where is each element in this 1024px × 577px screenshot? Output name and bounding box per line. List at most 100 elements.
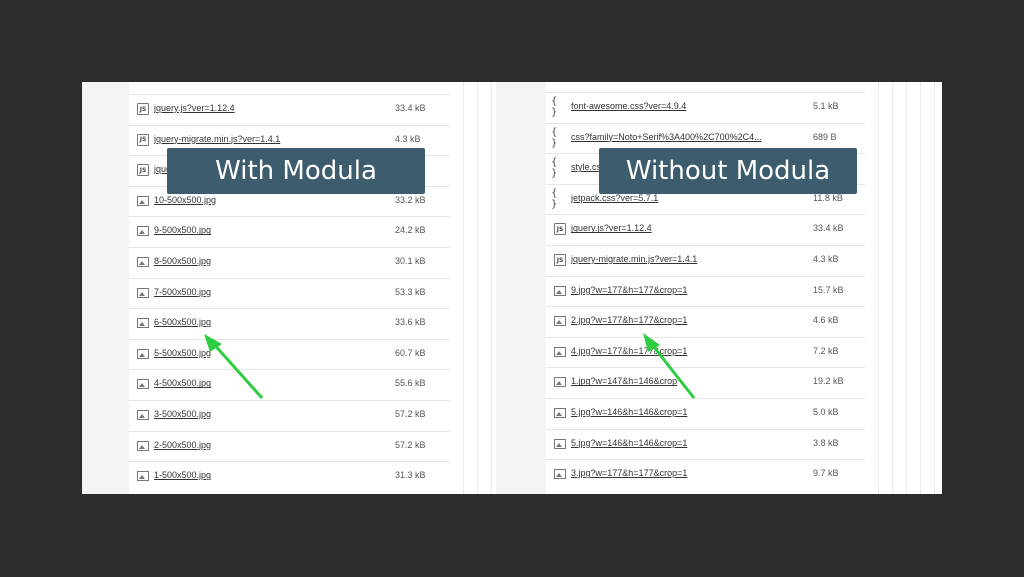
request-row[interactable]: 5-500x500.jpg 60.7 kB bbox=[129, 338, 450, 369]
request-size: 4.3 kB bbox=[813, 254, 839, 264]
request-row[interactable]: 9-500x500.jpg 24.2 kB bbox=[129, 216, 450, 246]
image-file-icon bbox=[554, 408, 566, 418]
request-size: 33.2 kB bbox=[395, 194, 426, 205]
request-row[interactable]: 2.jpg?w=177&h=177&crop=1 4.6 kB bbox=[546, 306, 865, 336]
request-name-link[interactable]: 1.jpg?w=147&h=146&crop bbox=[571, 376, 677, 386]
request-row[interactable]: 2-500x500.jpg 57.2 kB bbox=[129, 430, 450, 461]
request-row[interactable]: JS jquery.js?ver=1.12.4 33.4 kB bbox=[546, 214, 865, 244]
request-size: 11.8 kB bbox=[813, 192, 843, 203]
image-file-icon bbox=[137, 226, 149, 237]
request-name-link[interactable]: jetpack.css?ver=5.7.1 bbox=[571, 193, 658, 203]
request-name-link[interactable]: 3-500x500.jpg bbox=[154, 409, 211, 419]
image-file-icon bbox=[554, 346, 566, 357]
request-size: 5.1 kB bbox=[813, 101, 839, 111]
request-size: 33.4 kB bbox=[813, 223, 844, 234]
network-list-with-modula: JS jquery.js?ver=1.12.4 33.4 kB JS jquery-mi… bbox=[129, 82, 450, 494]
request-row[interactable]: 1.jpg?w=147&h=146&crop 19.2 kB bbox=[546, 367, 865, 397]
request-name-link[interactable]: 5.jpg?w=146&h=146&crop=1 bbox=[571, 407, 687, 417]
request-row[interactable]: JS jquery-migrate.min.js?ver=1.4.1 4.3 kB bbox=[546, 245, 865, 275]
request-name-link[interactable]: 7-500x500.jpg bbox=[154, 287, 211, 297]
js-file-icon: JS bbox=[137, 164, 149, 177]
request-row[interactable]: 3-500x500.jpg 57.2 kB bbox=[129, 400, 450, 430]
request-name-link[interactable]: jquery.js?ver=1.12.4 bbox=[571, 223, 652, 233]
request-size: 57.2 kB bbox=[395, 439, 426, 450]
js-file-icon: JS bbox=[137, 103, 149, 115]
image-file-icon bbox=[137, 410, 149, 420]
request-name-link[interactable]: jquery-migrate.min.js?ver=1.4.1 bbox=[571, 254, 697, 264]
screenshot-frame: JS jquery.js?ver=1.12.4 33.4 kB JS jquery-mi… bbox=[82, 82, 942, 494]
request-size: 15.7 kB bbox=[813, 284, 844, 295]
request-row[interactable]: 8-500x500.jpg 30.1 kB bbox=[129, 247, 450, 277]
css-file-icon: { } bbox=[551, 187, 559, 210]
request-row[interactable]: { } font-awesome.css?ver=4.9.4 5.1 kB bbox=[546, 92, 865, 122]
request-name-link[interactable]: 4-500x500.jpg bbox=[154, 378, 211, 388]
request-row[interactable]: 1-500x500.jpg 31.3 kB bbox=[129, 461, 450, 491]
request-size: 33.6 kB bbox=[395, 317, 426, 328]
request-row[interactable]: 5.jpg?w=146&h=146&crop=1 3.8 kB bbox=[546, 428, 865, 459]
request-row[interactable]: 4-500x500.jpg 55.6 kB bbox=[129, 369, 450, 399]
request-name-link[interactable]: 2-500x500.jpg bbox=[154, 440, 211, 450]
request-name-link[interactable]: 5-500x500.jpg bbox=[154, 348, 211, 358]
request-size: 30.1 kB bbox=[395, 256, 426, 266]
request-size: 57.2 kB bbox=[395, 409, 426, 419]
request-name-link[interactable]: 8-500x500.jpg bbox=[154, 256, 211, 266]
request-name-link[interactable]: jquery-migrate.min.js?ver=1.4.1 bbox=[154, 134, 280, 144]
request-size: 689 B bbox=[813, 131, 837, 142]
request-name-link[interactable]: 5.jpg?w=146&h=146&crop=1 bbox=[571, 438, 687, 448]
request-size: 60.7 kB bbox=[395, 347, 426, 358]
request-name-link[interactable]: font-awesome.css?ver=4.9.4 bbox=[571, 101, 686, 111]
css-file-icon: { } bbox=[551, 126, 559, 149]
request-row[interactable]: 9.jpg?w=177&h=177&crop=1 15.7 kB bbox=[546, 275, 865, 306]
js-file-icon: JS bbox=[554, 254, 566, 266]
request-size: 53.3 kB bbox=[395, 286, 426, 297]
request-size: 33.4 kB bbox=[395, 103, 426, 113]
network-list-without-modula: { } font-awesome.css?ver=4.9.4 5.1 kB { } cs… bbox=[546, 82, 865, 494]
request-size: 3.8 kB bbox=[813, 437, 839, 448]
request-row[interactable]: JS jquery.js?ver=1.12.4 33.4 kB bbox=[129, 94, 450, 124]
request-name-link[interactable]: 4.jpg?w=177&h=177&crop=1 bbox=[571, 346, 687, 356]
image-file-icon bbox=[137, 440, 149, 451]
request-row[interactable]: 4.jpg?w=177&h=177&crop=1 7.2 kB bbox=[546, 336, 865, 367]
with-modula-label: With Modula bbox=[167, 148, 425, 194]
request-size: 4.3 kB bbox=[395, 133, 421, 144]
request-size: 5.0 kB bbox=[813, 407, 839, 417]
request-name-link[interactable]: 1-500x500.jpg bbox=[154, 470, 211, 480]
image-file-icon bbox=[137, 318, 149, 329]
request-size: 9.7 kB bbox=[813, 468, 839, 479]
request-name-link[interactable]: jquery.js?ver=1.12.4 bbox=[154, 103, 235, 113]
request-size: 31.3 kB bbox=[395, 470, 426, 481]
request-size: 7.2 kB bbox=[813, 345, 839, 356]
js-file-icon: JS bbox=[554, 223, 566, 236]
css-file-icon: { } bbox=[551, 96, 559, 118]
image-file-icon bbox=[137, 348, 149, 359]
image-file-icon bbox=[137, 379, 149, 390]
image-file-icon bbox=[554, 285, 566, 296]
request-row[interactable]: 7-500x500.jpg 53.3 kB bbox=[129, 277, 450, 308]
request-name-link[interactable]: 9.jpg?w=177&h=177&crop=1 bbox=[571, 285, 687, 295]
request-row[interactable]: 6-500x500.jpg 33.6 kB bbox=[129, 308, 450, 338]
request-name-link[interactable]: 6-500x500.jpg bbox=[154, 317, 211, 327]
image-file-icon bbox=[554, 469, 566, 480]
request-size: 55.6 kB bbox=[395, 378, 426, 389]
image-file-icon bbox=[137, 257, 149, 267]
request-name-link[interactable]: 9-500x500.jpg bbox=[154, 225, 211, 235]
waterfall-columns-right bbox=[865, 82, 942, 494]
request-name-link[interactable]: 3.jpg?w=177&h=177&crop=1 bbox=[571, 468, 687, 478]
image-file-icon bbox=[137, 195, 149, 206]
js-file-icon: JS bbox=[137, 133, 149, 146]
css-file-icon: { } bbox=[551, 157, 559, 180]
image-file-icon bbox=[137, 471, 149, 482]
request-size: 19.2 kB bbox=[813, 376, 844, 387]
request-name-link[interactable]: css?family=Noto+Serif%3A400%2C700%2C4... bbox=[571, 132, 762, 142]
image-file-icon bbox=[137, 287, 149, 298]
waterfall-columns-left bbox=[450, 82, 496, 494]
image-file-icon bbox=[554, 316, 566, 327]
request-name-link[interactable]: 2.jpg?w=177&h=177&crop=1 bbox=[571, 315, 687, 325]
request-size: 4.6 kB bbox=[813, 315, 839, 326]
request-size: 24.2 kB bbox=[395, 225, 426, 236]
request-name-link[interactable]: 10-500x500.jpg bbox=[154, 195, 216, 205]
request-row[interactable]: 3.jpg?w=177&h=177&crop=1 9.7 kB bbox=[546, 459, 865, 489]
request-row[interactable]: 5.jpg?w=146&h=146&crop=1 5.0 kB bbox=[546, 398, 865, 428]
image-file-icon bbox=[554, 438, 566, 449]
without-modula-label: Without Modula bbox=[599, 148, 857, 194]
